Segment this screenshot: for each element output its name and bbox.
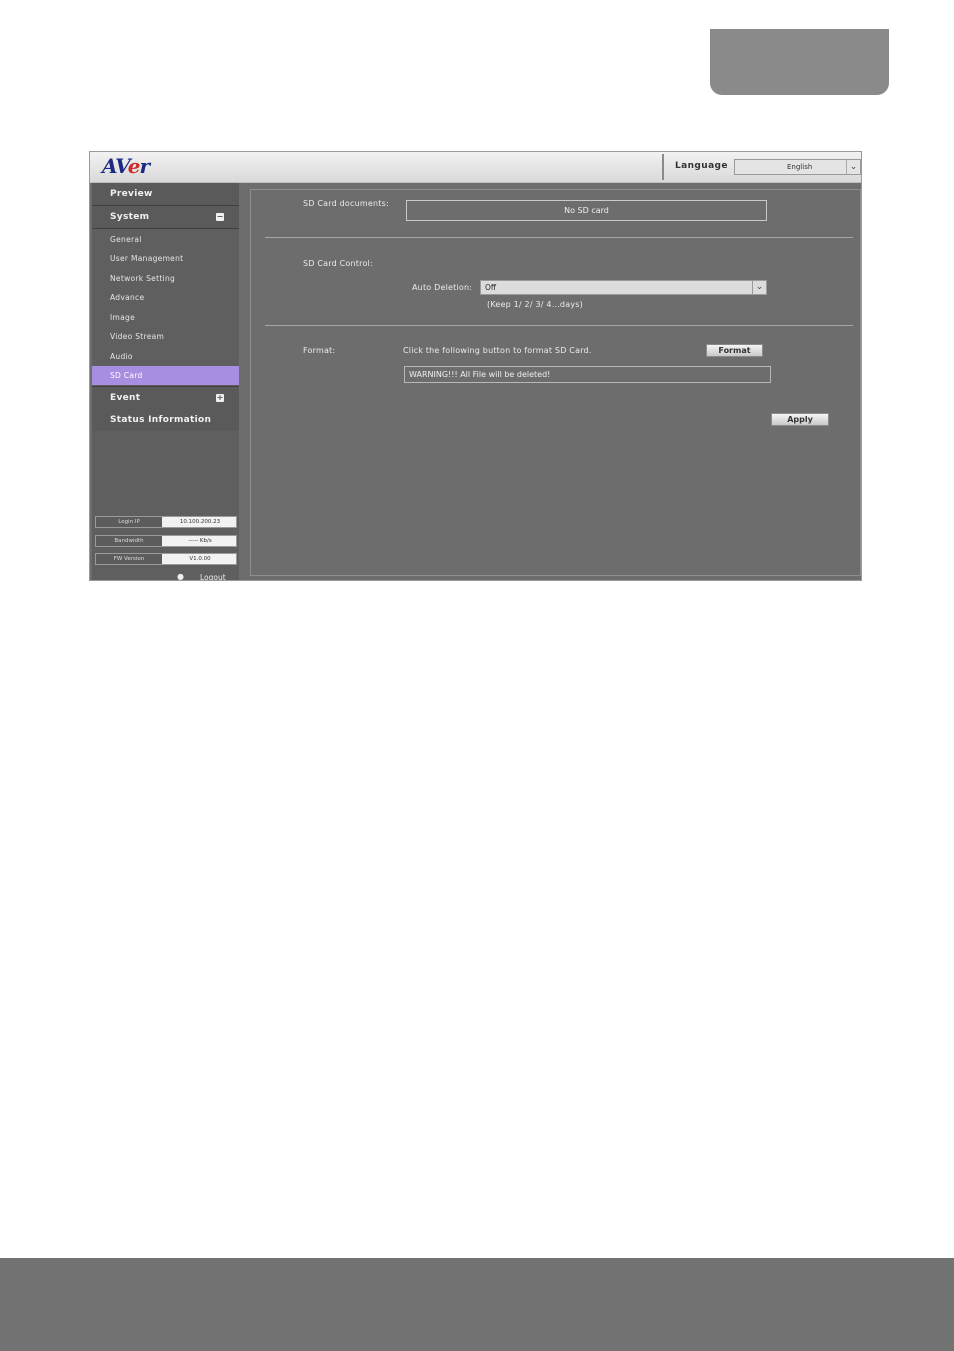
- nav-status-information[interactable]: Status Information: [92, 409, 239, 431]
- sidebar-item-advance[interactable]: Advance: [92, 288, 239, 307]
- divider: [265, 237, 853, 238]
- sidebar-item-network-setting[interactable]: Network Setting: [92, 269, 239, 288]
- web-ui-window: AVer Language English ⌄ Preview System −…: [89, 151, 862, 581]
- sd-documents-label: SD Card documents:: [303, 199, 389, 208]
- nav-preview-label: Preview: [110, 189, 153, 199]
- sidebar-item-image[interactable]: Image: [92, 308, 239, 327]
- info-key: Login IP: [96, 517, 162, 527]
- chevron-down-icon[interactable]: ⌄: [752, 281, 766, 294]
- nav-event[interactable]: Event +: [92, 387, 239, 409]
- login-ip-info: Login IP 10.100.200.23: [95, 516, 237, 528]
- info-value: 10.100.200.23: [179, 519, 221, 525]
- info-key: Bandwidth: [96, 536, 162, 546]
- warning-message: WARNING!!! All File will be deleted!: [404, 366, 771, 383]
- nav-preview[interactable]: Preview: [92, 183, 239, 205]
- chevron-down-icon[interactable]: ⌄: [846, 160, 860, 174]
- collapse-icon[interactable]: −: [216, 213, 224, 221]
- logout-link[interactable]: Logout: [200, 573, 226, 580]
- format-description: Click the following button to format SD …: [403, 346, 592, 355]
- sidebar-item-label: Advance: [110, 293, 145, 302]
- sidebar-item-label: Video Stream: [110, 332, 165, 341]
- bandwidth-info: Bandwidth ----- Kb/s: [95, 535, 237, 547]
- apply-button[interactable]: Apply: [771, 413, 829, 426]
- sidebar-item-label: Audio: [110, 352, 133, 361]
- sd-control-label: SD Card Control:: [303, 259, 373, 268]
- language-select[interactable]: English ⌄: [734, 159, 861, 175]
- divider: [265, 325, 853, 326]
- top-bar: AVer Language English ⌄: [90, 152, 861, 183]
- sidebar-item-label: SD Card: [110, 371, 143, 380]
- sidebar-item-general[interactable]: General: [92, 230, 239, 249]
- user-icon[interactable]: ●: [177, 572, 184, 580]
- footer-band: [0, 1258, 954, 1351]
- sidebar-item-audio[interactable]: Audio: [92, 347, 239, 366]
- sidebar-item-sd-card[interactable]: SD Card: [92, 366, 239, 385]
- info-value: ----- Kb/s: [188, 538, 212, 544]
- nav-system-label: System: [110, 212, 150, 222]
- aver-logo: AVer: [102, 154, 150, 178]
- format-button[interactable]: Format: [706, 344, 763, 357]
- sd-card-settings-panel: SD Card documents: No SD card SD Card Co…: [250, 189, 861, 576]
- expand-icon[interactable]: +: [216, 394, 224, 402]
- sidebar-item-video-stream[interactable]: Video Stream: [92, 327, 239, 346]
- sidebar-item-user-management[interactable]: User Management: [92, 249, 239, 268]
- auto-deletion-hint: (Keep 1/ 2/ 3/ 4...days): [487, 300, 583, 309]
- auto-deletion-label: Auto Deletion:: [412, 283, 473, 292]
- sidebar-item-label: User Management: [110, 254, 184, 263]
- divider: [662, 154, 664, 180]
- auto-deletion-select[interactable]: Off ⌄: [480, 280, 767, 295]
- sd-documents-field: No SD card: [406, 200, 767, 221]
- language-value: English: [787, 163, 813, 171]
- page-tab-decoration: [710, 29, 889, 95]
- fw-version-info: FW Version V1.0.00: [95, 553, 237, 565]
- language-label: Language: [675, 161, 728, 171]
- sidebar-item-label: General: [110, 235, 142, 244]
- auto-deletion-value: Off: [485, 283, 497, 292]
- nav-system[interactable]: System −: [92, 206, 239, 228]
- sidebar-item-label: Image: [110, 313, 135, 322]
- info-key: FW Version: [96, 554, 162, 564]
- divider: [92, 228, 239, 229]
- nav-event-label: Event: [110, 393, 141, 403]
- sidebar: Preview System − General User Management…: [92, 183, 239, 580]
- nav-status-label: Status Information: [110, 415, 212, 425]
- info-value: V1.0.00: [189, 556, 211, 562]
- format-label: Format:: [303, 346, 336, 355]
- sidebar-item-label: Network Setting: [110, 274, 176, 283]
